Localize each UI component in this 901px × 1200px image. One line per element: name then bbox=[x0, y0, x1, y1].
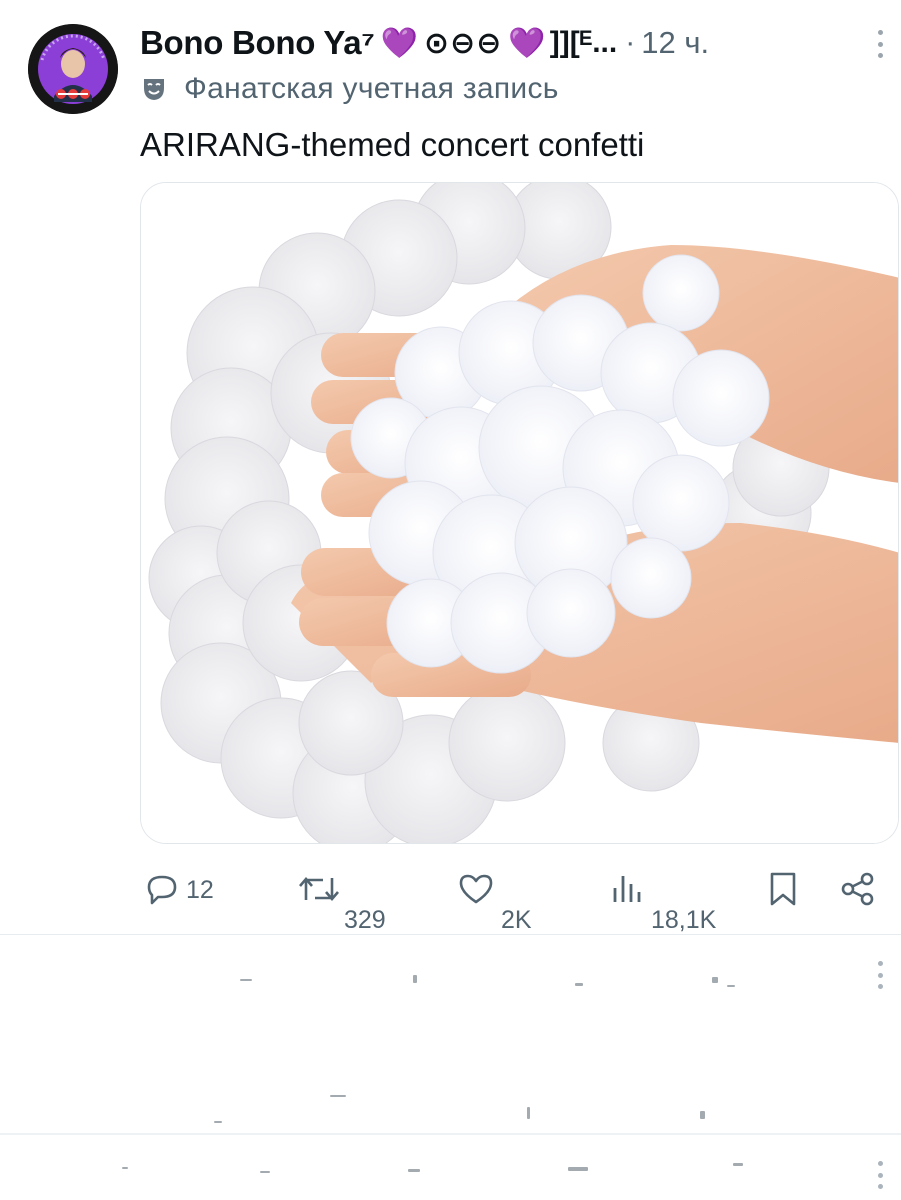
author-name-symbols: ⊙⊖⊖ bbox=[423, 26, 503, 60]
separator-dot: · bbox=[625, 26, 636, 59]
tweet-photo[interactable] bbox=[140, 182, 899, 844]
bookmark-icon bbox=[770, 872, 796, 906]
share-icon bbox=[841, 872, 874, 906]
tweet-header: Bono Bono Ya⁷ 💜 ⊙⊖⊖ 💜 ]][ᴱ... · 12 ч. bbox=[140, 20, 709, 66]
more-vertical-icon bbox=[877, 30, 883, 35]
purple-heart-emoji: 💜 bbox=[380, 26, 418, 60]
author-name-truncated: ]][ᴱ... bbox=[549, 26, 618, 59]
account-label-text: Фанатская учетная запись bbox=[184, 72, 559, 105]
post-timestamp[interactable]: 12 ч. bbox=[641, 25, 709, 61]
profile-avatar-icon bbox=[28, 24, 118, 114]
tweet-text: ARIRANG-themed concert confetti bbox=[140, 126, 645, 163]
heart-icon bbox=[459, 874, 493, 904]
repost-button[interactable] bbox=[298, 872, 340, 906]
feed-divider-2 bbox=[0, 1133, 901, 1135]
more-vertical-icon-2[interactable] bbox=[877, 1161, 883, 1189]
purple-heart-emoji-2: 💜 bbox=[508, 26, 546, 60]
author-display-name[interactable]: Bono Bono Ya⁷ bbox=[140, 24, 375, 62]
like-count: 2K bbox=[501, 906, 532, 934]
repost-count: 329 bbox=[344, 906, 386, 934]
reply-count: 12 bbox=[186, 876, 214, 904]
repost-icon bbox=[299, 877, 339, 901]
author-avatar[interactable] bbox=[28, 24, 118, 114]
like-button[interactable] bbox=[458, 872, 494, 906]
more-vertical-icon[interactable] bbox=[877, 961, 883, 989]
next-tweet-loading bbox=[0, 935, 901, 1200]
views-count: 18,1K bbox=[651, 906, 717, 934]
more-options-button[interactable] bbox=[868, 28, 892, 60]
views-icon bbox=[613, 876, 641, 902]
views-button[interactable] bbox=[610, 872, 644, 906]
bookmark-button[interactable] bbox=[768, 871, 798, 907]
theater-mask-icon bbox=[144, 79, 164, 100]
tweet[interactable]: Bono Bono Ya⁷ 💜 ⊙⊖⊖ 💜 ]][ᴱ... · 12 ч. Фа… bbox=[0, 0, 901, 935]
reply-icon bbox=[147, 875, 177, 905]
tweet-actions-bar: 12 329 2K 18,1K bbox=[0, 860, 901, 935]
confetti-photo bbox=[141, 183, 898, 843]
account-label[interactable]: Фанатская учетная запись bbox=[140, 70, 559, 108]
reply-button[interactable] bbox=[145, 872, 179, 906]
share-button[interactable] bbox=[840, 871, 876, 907]
